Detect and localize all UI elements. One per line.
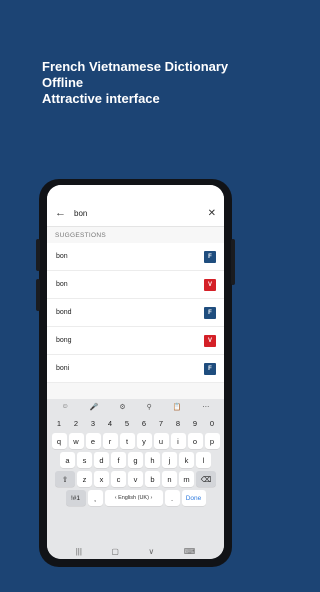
power-button xyxy=(231,239,235,285)
close-icon[interactable]: ✕ xyxy=(208,208,216,219)
key-0[interactable]: 0 xyxy=(205,416,220,430)
key-n[interactable]: n xyxy=(162,471,177,487)
keyboard: ☺ 🎤 ⚙ ⚲ 📋 ⋯ 1234567890 qwertyuiop asdfgh… xyxy=(47,399,224,543)
key-k[interactable]: k xyxy=(179,452,194,468)
phone-screen: ← bon ✕ SUGGESTIONS bon F bon V bond F b… xyxy=(47,185,224,559)
volume-button-2 xyxy=(36,279,40,311)
key-c[interactable]: c xyxy=(111,471,126,487)
key-j[interactable]: j xyxy=(162,452,177,468)
key-i[interactable]: i xyxy=(170,433,186,449)
key-x[interactable]: x xyxy=(94,471,109,487)
keyboard-icon[interactable]: ⌨ xyxy=(184,547,196,556)
language-badge: F xyxy=(204,250,216,263)
key-g[interactable]: g xyxy=(128,452,143,468)
key-4[interactable]: 4 xyxy=(103,416,118,430)
promo-line-1: French Vietnamese Dictionary xyxy=(42,59,229,74)
key-6[interactable]: 6 xyxy=(137,416,152,430)
shift-key[interactable]: ⇧ xyxy=(55,471,75,487)
suggestion-item[interactable]: bong V xyxy=(47,327,224,355)
number-row: 1234567890 xyxy=(47,417,224,430)
keyboard-toolbar: ☺ 🎤 ⚙ ⚲ 📋 ⋯ xyxy=(47,399,224,414)
language-badge: F xyxy=(204,306,216,319)
suggestion-word: bon xyxy=(56,281,68,288)
suggestion-word: bong xyxy=(56,337,72,344)
key-9[interactable]: 9 xyxy=(188,416,203,430)
phone-frame: ← bon ✕ SUGGESTIONS bon F bon V bond F b… xyxy=(36,179,235,567)
key-f[interactable]: f xyxy=(111,452,126,468)
key-w[interactable]: w xyxy=(68,433,84,449)
comma-key[interactable]: , xyxy=(87,490,103,506)
navigation-bar: ||| ▢ ∨ ⌨ xyxy=(47,543,224,559)
suggestion-item[interactable]: bon F xyxy=(47,243,224,271)
key-t[interactable]: t xyxy=(119,433,135,449)
suggestions-label: SUGGESTIONS xyxy=(55,231,106,239)
key-q[interactable]: q xyxy=(51,433,67,449)
key-m[interactable]: m xyxy=(179,471,194,487)
backspace-key[interactable]: ⌫ xyxy=(196,471,216,487)
key-2[interactable]: 2 xyxy=(69,416,84,430)
key-u[interactable]: u xyxy=(153,433,169,449)
suggestion-item[interactable]: bon V xyxy=(47,271,224,299)
key-row-4: !#1 , ‹ English (UK) › . Done xyxy=(47,490,224,506)
arrow-left-icon[interactable]: ← xyxy=(55,207,69,219)
promo-text: French Vietnamese Dictionary Offline Att… xyxy=(42,59,228,107)
key-v[interactable]: v xyxy=(128,471,143,487)
key-a[interactable]: a xyxy=(60,452,75,468)
key-row-3: ⇧ zxcvbnm ⌫ xyxy=(47,471,224,487)
key-l[interactable]: l xyxy=(196,452,211,468)
emoji-icon[interactable]: ☺ xyxy=(61,403,68,410)
settings-icon[interactable]: ⚙ xyxy=(119,403,125,411)
mic-icon[interactable]: 🎤 xyxy=(90,403,99,411)
suggestion-word: bon xyxy=(56,253,68,260)
key-row-1: qwertyuiop xyxy=(47,433,224,449)
recents-icon[interactable]: ||| xyxy=(76,547,82,556)
more-icon[interactable]: ⋯ xyxy=(202,403,209,411)
home-icon[interactable]: ▢ xyxy=(111,547,119,556)
key-s[interactable]: s xyxy=(77,452,92,468)
key-3[interactable]: 3 xyxy=(86,416,101,430)
key-e[interactable]: e xyxy=(85,433,101,449)
volume-button xyxy=(36,239,40,271)
key-h[interactable]: h xyxy=(145,452,160,468)
period-key[interactable]: . xyxy=(164,490,180,506)
key-b[interactable]: b xyxy=(145,471,160,487)
key-5[interactable]: 5 xyxy=(120,416,135,430)
key-r[interactable]: r xyxy=(102,433,118,449)
key-1[interactable]: 1 xyxy=(52,416,67,430)
back-icon[interactable]: ∨ xyxy=(148,547,154,556)
key-p[interactable]: p xyxy=(204,433,220,449)
key-7[interactable]: 7 xyxy=(154,416,169,430)
done-key[interactable]: Done xyxy=(181,490,206,506)
letter-keys-row-3: zxcvbnm xyxy=(77,471,194,487)
language-badge: F xyxy=(204,362,216,375)
suggestion-item[interactable]: boni F xyxy=(47,355,224,383)
suggestion-word: bond xyxy=(56,309,72,316)
key-y[interactable]: y xyxy=(136,433,152,449)
promo-line-2: Offline xyxy=(42,75,84,90)
search-input[interactable]: bon xyxy=(69,209,208,218)
search-icon[interactable]: ⚲ xyxy=(147,403,152,411)
space-key-label: English (UK) xyxy=(118,495,149,501)
status-bar xyxy=(47,185,224,200)
suggestion-word: boni xyxy=(56,365,70,372)
space-key[interactable]: ‹ English (UK) › xyxy=(104,490,163,506)
search-bar: ← bon ✕ xyxy=(47,200,224,227)
language-badge: V xyxy=(204,334,216,347)
key-d[interactable]: d xyxy=(94,452,109,468)
suggestion-list: bon F bon V bond F bong V boni F xyxy=(47,243,224,383)
language-indicator: › xyxy=(148,495,153,501)
promo-line-3: Attractive interface xyxy=(42,91,160,106)
key-8[interactable]: 8 xyxy=(171,416,186,430)
clipboard-icon[interactable]: 📋 xyxy=(173,403,182,411)
symbols-key[interactable]: !#1 xyxy=(65,490,86,506)
key-o[interactable]: o xyxy=(187,433,203,449)
key-z[interactable]: z xyxy=(77,471,92,487)
key-row-2: asdfghjkl xyxy=(47,452,224,468)
suggestion-item[interactable]: bond F xyxy=(47,299,224,327)
language-badge: V xyxy=(204,278,216,291)
